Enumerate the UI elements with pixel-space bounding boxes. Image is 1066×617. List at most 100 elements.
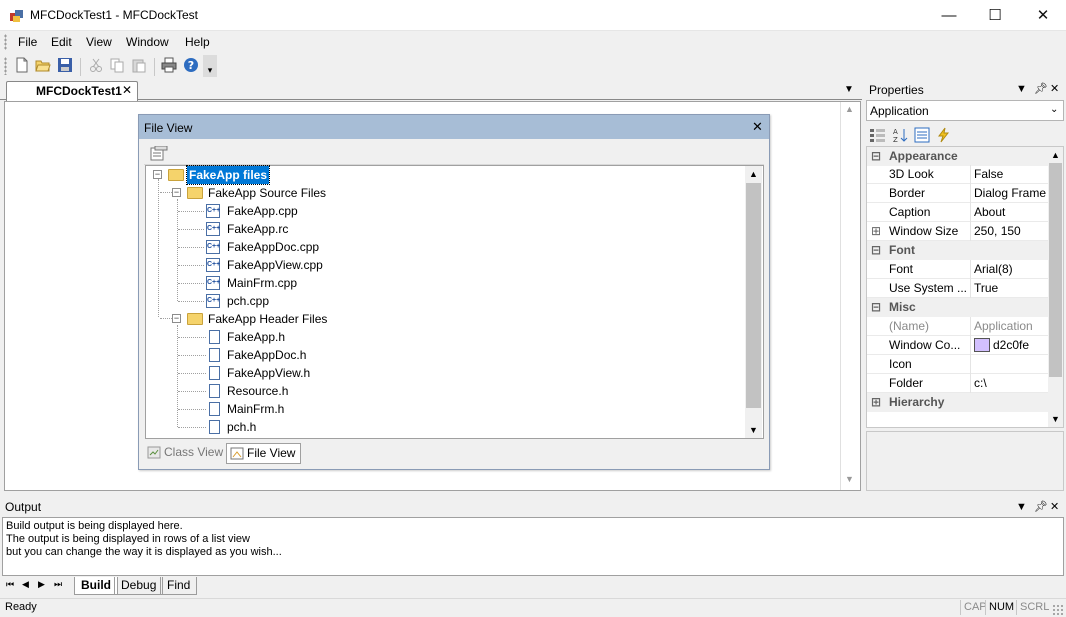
tree-file-item[interactable]: Resource.h: [227, 382, 288, 400]
tab-find[interactable]: Find: [160, 577, 198, 595]
property-grid[interactable]: ⊟ Appearance 3D Look False Border Dialog…: [866, 146, 1064, 428]
property-row[interactable]: Use System ... True: [867, 279, 1049, 298]
property-value[interactable]: Arial(8): [970, 260, 1049, 279]
tree-file-item[interactable]: FakeApp.cpp: [227, 202, 298, 220]
tree-file-item[interactable]: FakeApp.rc: [227, 220, 288, 238]
category-appearance[interactable]: ⊟ Appearance: [867, 147, 1049, 166]
property-row[interactable]: Icon: [867, 355, 1049, 374]
property-value[interactable]: About: [970, 203, 1049, 222]
output-close-icon[interactable]: ✕: [1050, 500, 1059, 513]
toolbar-grip-icon[interactable]: [4, 57, 7, 75]
cut-icon[interactable]: [88, 57, 106, 75]
tree-group-label[interactable]: FakeApp Source Files: [208, 184, 326, 202]
tree-collapse-icon[interactable]: −: [153, 170, 162, 179]
copy-icon[interactable]: [109, 57, 127, 75]
property-value[interactable]: Dialog Frame: [970, 184, 1049, 203]
menu-window[interactable]: Window: [120, 35, 175, 49]
property-value[interactable]: 250, 150: [970, 222, 1049, 241]
previous-tab-icon[interactable]: ◀: [22, 579, 29, 590]
scroll-down-arrow-icon[interactable]: ▼: [845, 474, 854, 484]
pin-icon[interactable]: 📌︎: [1034, 500, 1048, 513]
output-caption[interactable]: [0, 497, 1066, 517]
document-tabs-dropdown-icon[interactable]: ▼: [844, 84, 854, 95]
categorized-icon[interactable]: [869, 127, 887, 143]
save-icon[interactable]: [57, 57, 75, 75]
help-icon[interactable]: ?: [183, 57, 201, 75]
menu-grip-icon[interactable]: [4, 34, 7, 50]
collapse-icon[interactable]: ⊟: [871, 147, 881, 166]
tree-file-item[interactable]: pch.cpp: [227, 292, 269, 310]
expand-icon[interactable]: ⊞: [871, 393, 881, 412]
property-row[interactable]: 3D Look False: [867, 165, 1049, 184]
open-folder-icon[interactable]: [35, 57, 53, 75]
toolbar-overflow-chevron-icon[interactable]: ▾: [203, 55, 217, 77]
pane-menu-dropdown-icon[interactable]: ▼: [1016, 83, 1027, 95]
tree-file-item[interactable]: pch.h: [227, 418, 256, 436]
tab-build[interactable]: Build: [74, 577, 118, 595]
print-icon[interactable]: [161, 57, 179, 75]
category-font[interactable]: ⊟ Font: [867, 241, 1049, 260]
new-file-icon[interactable]: [14, 57, 32, 75]
scroll-up-arrow-icon[interactable]: ▲: [845, 104, 854, 114]
scroll-down-arrow-icon[interactable]: ▼: [1051, 414, 1060, 424]
property-row[interactable]: Window Co... d2c0fe: [867, 336, 1049, 355]
properties-close-icon[interactable]: ✕: [1050, 82, 1059, 95]
tab-debug[interactable]: Debug: [114, 577, 164, 595]
last-tab-icon[interactable]: ⏭: [54, 579, 62, 590]
scrollbar-thumb[interactable]: [1049, 163, 1062, 377]
tree-file-item[interactable]: MainFrm.h: [227, 400, 284, 418]
events-lightning-icon[interactable]: [936, 127, 952, 143]
maximize-button[interactable]: ☐: [972, 0, 1018, 31]
category-hierarchy[interactable]: ⊞ Hierarchy: [867, 393, 1049, 412]
property-row[interactable]: ⊞ Window Size 250, 150: [867, 222, 1049, 241]
file-view-close-icon[interactable]: ✕: [752, 119, 763, 135]
document-tab-close-icon[interactable]: ✕: [122, 83, 132, 97]
tree-file-item[interactable]: FakeAppDoc.cpp: [227, 238, 319, 256]
chevron-down-icon[interactable]: ⌄: [1050, 104, 1058, 115]
file-view-caption[interactable]: [139, 115, 769, 139]
properties-list-icon[interactable]: [150, 145, 168, 162]
tab-class-view[interactable]: Class View: [143, 443, 226, 464]
close-button[interactable]: ✕: [1020, 0, 1066, 31]
scroll-up-arrow-icon[interactable]: ▲: [1051, 150, 1060, 160]
property-row[interactable]: Caption About: [867, 203, 1049, 222]
tree-file-item[interactable]: FakeApp.h: [227, 328, 285, 346]
tree-collapse-icon[interactable]: −: [172, 188, 181, 197]
pane-menu-dropdown-icon[interactable]: ▼: [1016, 501, 1027, 513]
tree-file-item[interactable]: FakeAppDoc.h: [227, 346, 306, 364]
document-vertical-scrollbar[interactable]: ▲ ▼: [840, 102, 858, 490]
property-pages-icon[interactable]: [914, 127, 930, 143]
menu-file[interactable]: File: [12, 35, 43, 49]
tree-root-label[interactable]: FakeApp files: [185, 165, 271, 185]
first-tab-icon[interactable]: ⏮: [6, 579, 14, 590]
scroll-up-arrow-icon[interactable]: ▲: [749, 169, 758, 179]
next-tab-icon[interactable]: ▶: [38, 579, 45, 590]
tree-file-item[interactable]: FakeAppView.h: [227, 364, 310, 382]
pin-icon[interactable]: 📌︎: [1034, 82, 1048, 95]
minimize-button[interactable]: —: [926, 0, 972, 31]
property-value[interactable]: True: [970, 279, 1049, 298]
tree-file-item[interactable]: FakeAppView.cpp: [227, 256, 323, 274]
property-value[interactable]: c:\: [970, 374, 1049, 393]
collapse-icon[interactable]: ⊟: [871, 298, 881, 317]
sort-alphabetical-icon[interactable]: AZ: [892, 127, 910, 144]
menu-view[interactable]: View: [80, 35, 118, 49]
menu-edit[interactable]: Edit: [45, 35, 78, 49]
property-value[interactable]: [970, 355, 1049, 374]
tree-file-item[interactable]: MainFrm.cpp: [227, 274, 297, 292]
expand-icon[interactable]: ⊞: [871, 222, 881, 241]
property-row[interactable]: (Name) Application: [867, 317, 1049, 336]
property-value[interactable]: False: [970, 165, 1049, 184]
menu-help[interactable]: Help: [179, 35, 216, 49]
property-row[interactable]: Folder c:\: [867, 374, 1049, 393]
property-value-color[interactable]: d2c0fe: [970, 336, 1049, 355]
scrollbar-thumb[interactable]: [746, 183, 761, 408]
property-row[interactable]: Border Dialog Frame: [867, 184, 1049, 203]
object-selector-combo[interactable]: Application ⌄: [866, 100, 1064, 121]
tree-collapse-icon[interactable]: −: [172, 314, 181, 323]
category-misc[interactable]: ⊟ Misc: [867, 298, 1049, 317]
collapse-icon[interactable]: ⊟: [871, 241, 881, 260]
scroll-down-arrow-icon[interactable]: ▼: [749, 425, 758, 435]
paste-icon[interactable]: [131, 57, 149, 75]
tab-file-view[interactable]: File View: [226, 443, 301, 464]
